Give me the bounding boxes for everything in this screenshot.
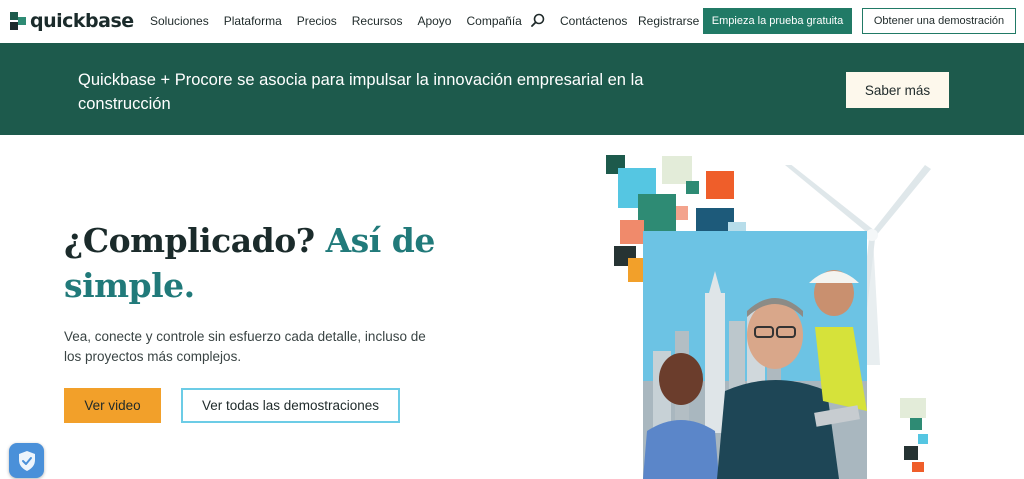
start-trial-button[interactable]: Empieza la prueba gratuita <box>703 8 852 34</box>
hero-photo-people <box>643 231 867 479</box>
view-all-demos-button[interactable]: Ver todas las demostraciones <box>181 388 400 423</box>
hero-title-main: ¿Complicado? <box>64 221 315 260</box>
top-nav: quickbase Soluciones Plataforma Precios … <box>0 0 1024 43</box>
learn-more-button[interactable]: Saber más <box>846 72 949 108</box>
logo-text: quickbase <box>30 10 134 32</box>
quickbase-logo[interactable]: quickbase <box>10 10 134 32</box>
nav-link-precios[interactable]: Precios <box>297 14 337 28</box>
logo-icon <box>10 12 26 30</box>
search-icon[interactable] <box>531 13 545 27</box>
watch-video-button[interactable]: Ver video <box>64 388 161 423</box>
register-link[interactable]: Registrarse <box>638 14 699 28</box>
hero-image <box>600 150 940 479</box>
get-demo-button[interactable]: Obtener una demostración <box>862 8 1016 34</box>
announcement-banner: Quickbase + Procore se asocia para impul… <box>0 43 1024 135</box>
nav-link-recursos[interactable]: Recursos <box>352 14 403 28</box>
nav-link-compania[interactable]: Compañía <box>466 14 521 28</box>
hero-description: Vea, conecte y controle sin esfuerzo cad… <box>64 329 426 364</box>
nav-link-soluciones[interactable]: Soluciones <box>150 14 209 28</box>
nav-link-plataforma[interactable]: Plataforma <box>224 14 282 28</box>
shield-icon <box>18 450 35 471</box>
nav-link-apoyo[interactable]: Apoyo <box>417 14 451 28</box>
hero-title: ¿Complicado? Así de simple. <box>64 218 484 308</box>
nav-links: Soluciones Plataforma Precios Recursos A… <box>150 14 537 28</box>
privacy-settings-button[interactable] <box>9 443 44 478</box>
contact-link[interactable]: Contáctenos <box>560 14 627 28</box>
banner-text: Quickbase + Procore se asocia para impul… <box>78 71 644 113</box>
